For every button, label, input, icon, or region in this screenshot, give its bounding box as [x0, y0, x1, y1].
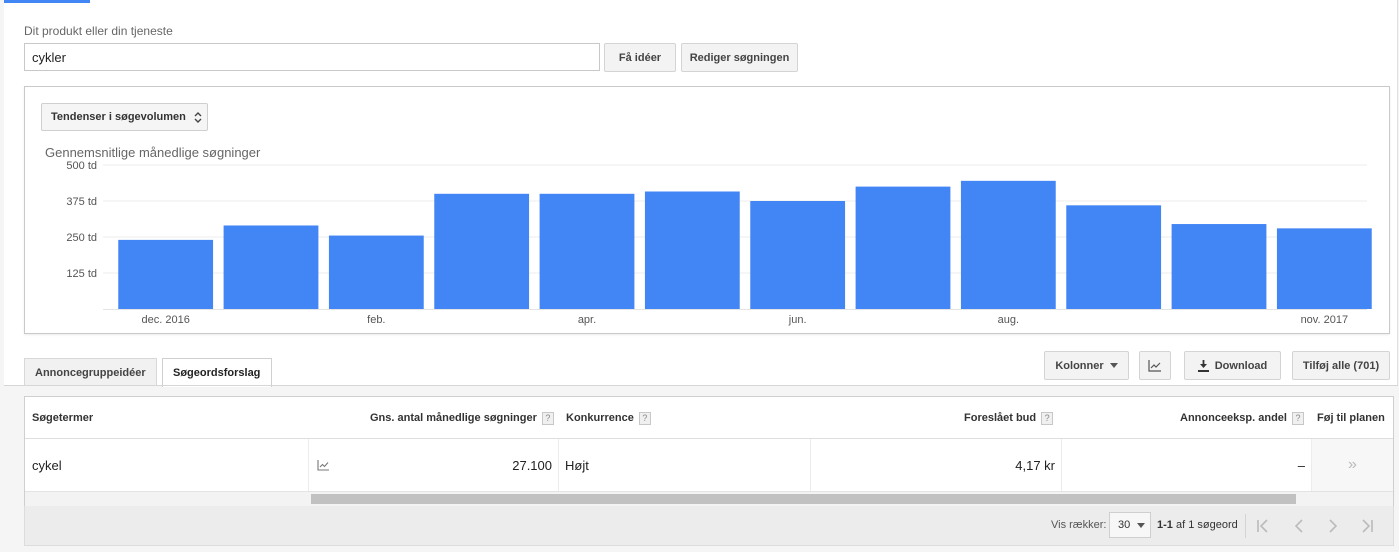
header-suggested-bid[interactable]: Foreslået bud ?: [964, 397, 1054, 439]
download-button[interactable]: Download: [1184, 351, 1281, 380]
tabs-divider: [4, 385, 1398, 386]
help-icon[interactable]: ?: [1041, 411, 1054, 425]
x-tick-label: aug.: [998, 314, 1019, 326]
bar: [434, 193, 530, 309]
header-competition[interactable]: Konkurrence ?: [566, 397, 651, 439]
bar: [960, 180, 1056, 309]
download-label: Download: [1214, 359, 1268, 372]
x-tick-label: apr.: [578, 314, 596, 326]
competition-value: Højt: [565, 457, 589, 473]
next-page-button[interactable]: [1319, 513, 1347, 539]
edit-search-button[interactable]: Rediger søgningen: [681, 43, 798, 72]
rows-per-page-label: Vis rækker:: [1051, 519, 1107, 531]
bar: [539, 193, 635, 309]
rows-per-page-select[interactable]: 30: [1109, 512, 1151, 538]
x-tick-label: dec. 2016: [142, 314, 190, 326]
help-icon[interactable]: ?: [541, 411, 554, 425]
results-range: 1-1 af 1 søgeord: [1157, 519, 1238, 531]
download-icon: [1197, 359, 1209, 372]
keyword-table: Søgetermer Gns. antal månedlige søgninge…: [24, 396, 1394, 506]
bar: [750, 201, 846, 309]
search-field-label: Dit produkt eller din tjeneste: [24, 24, 173, 38]
chevron-right-icon: [1329, 519, 1338, 533]
double-chevron-right-icon: »: [1348, 456, 1357, 473]
rows-per-page-value: 30: [1118, 519, 1131, 531]
x-tick-label: jun.: [788, 314, 807, 326]
x-tick-label: nov. 2017: [1301, 314, 1349, 326]
add-to-plan-button[interactable]: »: [1312, 439, 1393, 491]
bar-chart: 125 td 250 td 375 td 500 td dec. 2016 feb. apr…: [66, 160, 1372, 326]
bar: [1171, 224, 1267, 309]
header-label: Føj til planen: [1317, 412, 1385, 424]
get-ideas-button[interactable]: Få idéer: [604, 43, 676, 72]
tab-ad-group-ideas[interactable]: Annoncegruppeidéer: [24, 358, 157, 386]
last-page-icon: [1362, 519, 1373, 533]
help-icon[interactable]: ?: [1291, 411, 1304, 425]
range-rest: af 1 søgeord: [1175, 519, 1238, 531]
y-tick-label: 500 td: [66, 160, 97, 172]
avg-searches-value: 27.100: [512, 457, 552, 473]
pagination-bar: Vis rækker: 30 1-1 af 1 søgeord: [24, 506, 1394, 546]
horizontal-scrollbar[interactable]: [25, 491, 1393, 506]
bar: [644, 191, 740, 309]
scrollbar-thumb[interactable]: [311, 494, 1296, 504]
header-label: Søgetermer: [32, 412, 94, 424]
caret-down-icon: [1109, 363, 1118, 368]
pager-divider: [1245, 514, 1246, 538]
impression-share-value: –: [1297, 457, 1305, 473]
cell-competition: Højt: [559, 439, 811, 491]
header-add-to-plan: Føj til planen: [1317, 397, 1385, 439]
help-icon[interactable]: ?: [638, 411, 651, 425]
add-all-button[interactable]: Tilføj alle (701): [1292, 351, 1390, 380]
header-search-terms[interactable]: Søgetermer: [32, 397, 93, 439]
y-tick-label: 375 td: [66, 196, 97, 208]
bar: [1276, 228, 1372, 309]
x-tick-label: feb.: [367, 314, 385, 326]
top-accent-bar: [4, 0, 90, 3]
columns-label: Kolonner: [1055, 359, 1104, 372]
y-tick-label: 250 td: [66, 232, 97, 244]
tab-keyword-ideas[interactable]: Søgeordsforslag: [162, 358, 272, 387]
bar: [118, 239, 214, 309]
header-label: Gns. antal månedlige søgninger: [370, 412, 537, 424]
first-page-button[interactable]: [1249, 513, 1277, 539]
add-all-label: Tilføj alle (701): [1302, 359, 1380, 372]
tab-label: Annoncegruppeidéer: [35, 366, 146, 379]
header-label: Foreslået bud: [964, 412, 1037, 424]
y-tick-label: 125 td: [66, 268, 97, 280]
previous-page-button[interactable]: [1285, 513, 1313, 539]
tab-label: Søgeordsforslag: [173, 367, 261, 379]
search-volume-chart-card: Tendenser i søgevolumen Gennemsnitlige m…: [24, 86, 1390, 334]
edit-search-label: Rediger søgningen: [689, 51, 790, 64]
bar: [328, 235, 424, 309]
get-ideas-label: Få idéer: [618, 51, 662, 64]
table-header-row: Søgetermer Gns. antal månedlige søgninge…: [25, 397, 1393, 439]
header-label: Annonceeksp. andel: [1180, 412, 1287, 424]
bar: [855, 186, 951, 309]
chevron-left-icon: [1294, 519, 1303, 533]
trend-chart-icon[interactable]: [317, 459, 330, 471]
header-avg-monthly-searches[interactable]: Gns. antal månedlige søgninger ?: [370, 397, 554, 439]
search-panel: Dit produkt eller din tjeneste Få idéer …: [4, 0, 1398, 386]
cell-suggested-bid: 4,17 kr: [811, 439, 1062, 491]
header-label: Konkurrence: [566, 412, 634, 424]
search-input[interactable]: [24, 43, 600, 71]
line-chart-button[interactable]: [1139, 351, 1171, 380]
columns-button[interactable]: Kolonner: [1044, 351, 1129, 380]
suggested-bid-value: 4,17 kr: [1015, 457, 1055, 473]
cell-impression-share: –: [1062, 439, 1312, 491]
line-chart-icon: [1148, 359, 1161, 372]
cell-avg-searches: 27.100: [309, 439, 559, 491]
first-page-icon: [1257, 519, 1268, 533]
bar: [223, 225, 319, 309]
range-bold: 1-1: [1157, 519, 1173, 531]
table-row: cykel 27.100 Højt 4,17 kr – »: [25, 439, 1393, 491]
last-page-button[interactable]: [1353, 513, 1381, 539]
keyword-text: cykel: [32, 457, 62, 473]
header-impression-share[interactable]: Annonceeksp. andel ?: [1180, 397, 1304, 439]
caret-down-icon: [1137, 522, 1146, 528]
bar: [1066, 205, 1162, 309]
cell-term: cykel: [25, 439, 309, 491]
